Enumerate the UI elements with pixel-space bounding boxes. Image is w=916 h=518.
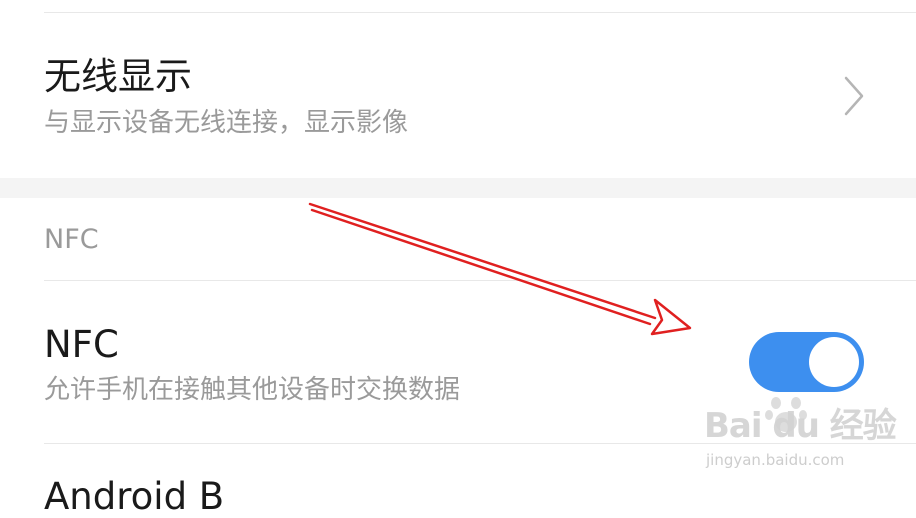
nfc-title: NFC <box>44 323 119 366</box>
watermark-url: jingyan.baidu.com <box>706 451 845 469</box>
wireless-display-title: 无线显示 <box>44 55 192 98</box>
wireless-display-row[interactable]: 无线显示 与显示设备无线连接，显示影像 <box>0 13 916 178</box>
nfc-subtitle: 允许手机在接触其他设备时交换数据 <box>44 375 461 405</box>
baidu-watermark: Bai du 经验 jingyan.baidu.com <box>700 395 897 475</box>
nfc-section-header: NFC <box>44 224 99 255</box>
next-row-title[interactable]: Android B <box>44 478 224 515</box>
watermark-brand: Bai du 经验 <box>704 406 897 446</box>
section-gap <box>0 178 916 198</box>
chevron-right-icon <box>844 76 864 116</box>
nfc-toggle[interactable] <box>749 332 864 392</box>
wireless-display-subtitle: 与显示设备无线连接，显示影像 <box>44 108 409 138</box>
toggle-knob <box>809 337 859 387</box>
